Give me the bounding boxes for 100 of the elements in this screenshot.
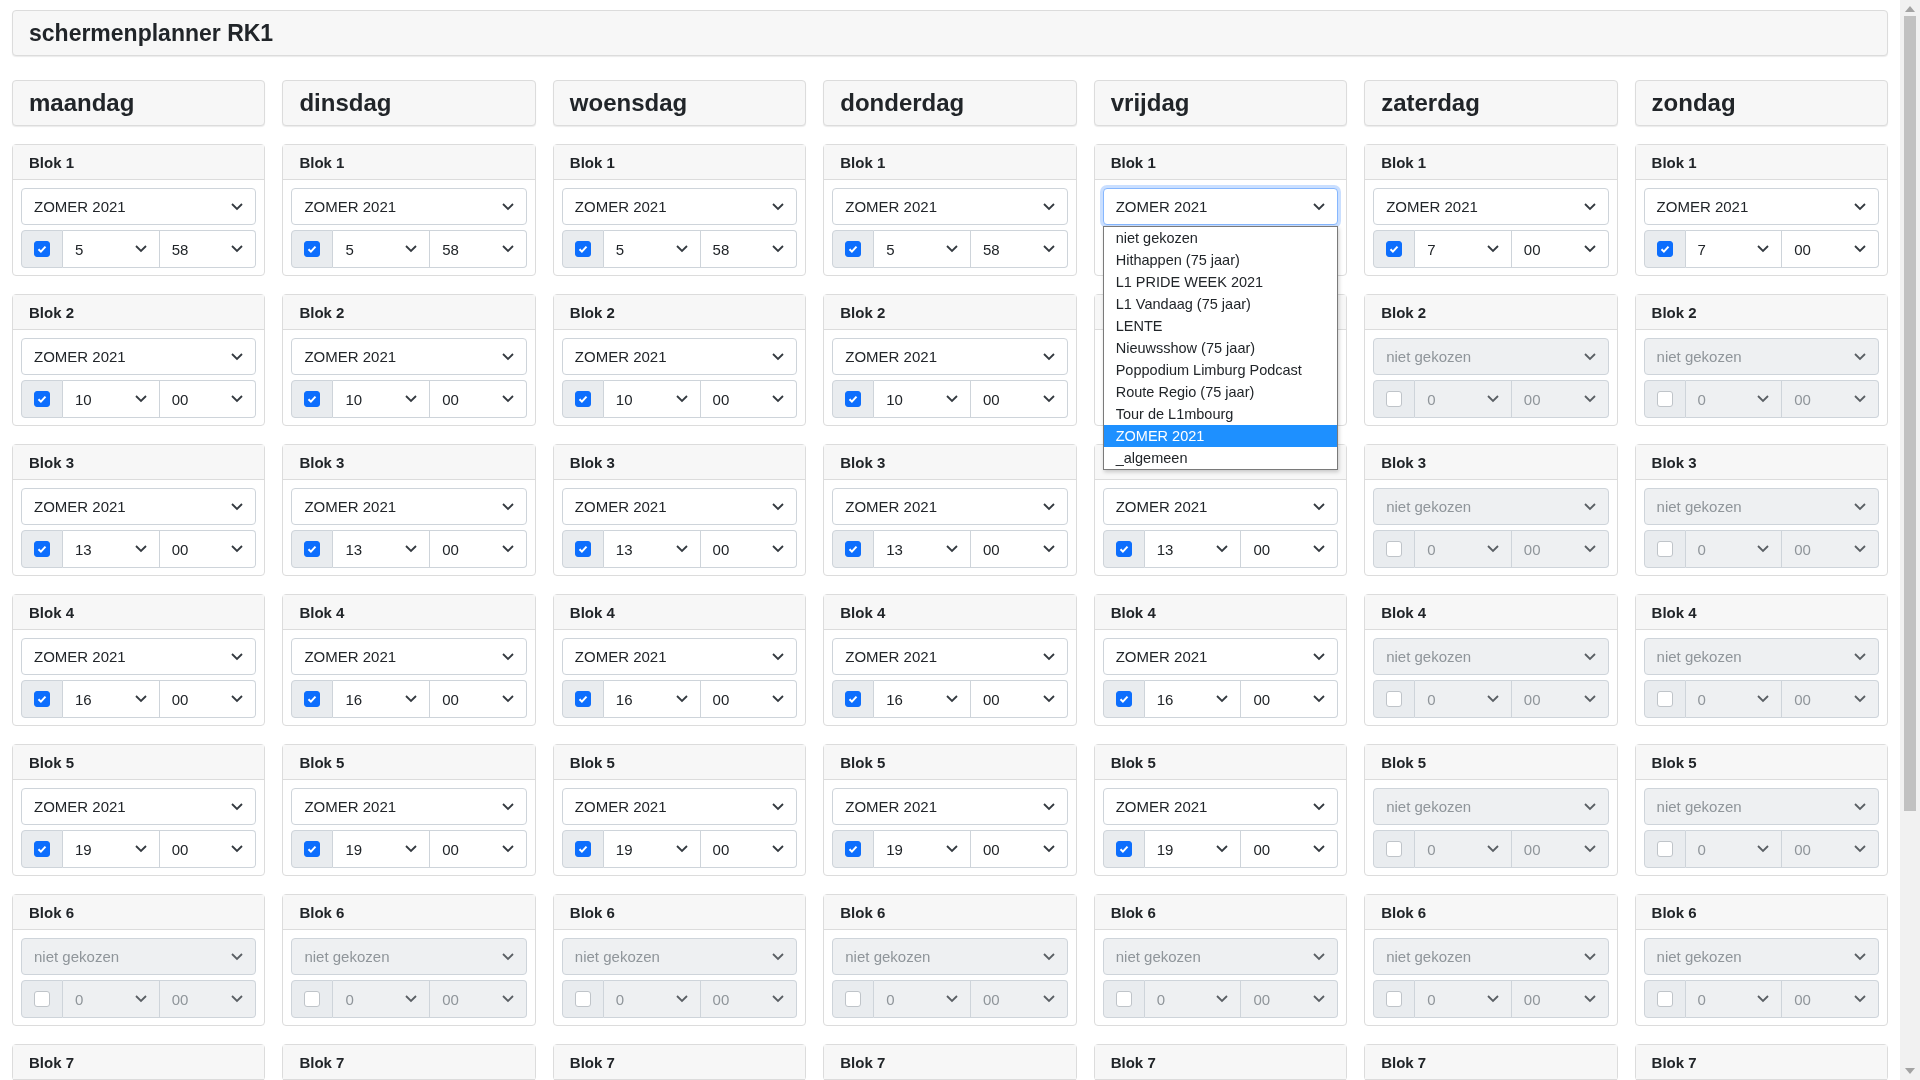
- checkbox[interactable]: [845, 241, 862, 257]
- checkbox[interactable]: [845, 841, 862, 857]
- minute-select[interactable]: 00: [430, 680, 527, 718]
- checkbox[interactable]: [304, 241, 321, 257]
- hour-select[interactable]: 5: [333, 230, 431, 268]
- hour-select[interactable]: 16: [1144, 680, 1242, 718]
- minute-select[interactable]: 00: [700, 530, 798, 568]
- checkbox[interactable]: [304, 991, 321, 1007]
- minute-select[interactable]: 00: [159, 530, 257, 568]
- program-select[interactable]: ZOMER 2021: [291, 488, 527, 525]
- checkbox[interactable]: [1656, 541, 1673, 557]
- minute-select[interactable]: 00: [159, 380, 257, 418]
- hour-select[interactable]: 16: [63, 680, 160, 718]
- dropdown-option[interactable]: Tour de L1mbourg: [1103, 403, 1338, 425]
- checkbox[interactable]: [845, 541, 862, 557]
- checkbox[interactable]: [304, 691, 321, 707]
- program-select[interactable]: ZOMER 2021: [1643, 188, 1879, 225]
- checkbox[interactable]: [845, 691, 862, 707]
- program-select[interactable]: ZOMER 2021: [21, 638, 257, 675]
- minute-select[interactable]: 00: [971, 380, 1068, 418]
- minute-select[interactable]: 00: [159, 830, 257, 868]
- hour-select[interactable]: 19: [603, 830, 701, 868]
- hour-select[interactable]: 16: [333, 680, 431, 718]
- checkbox[interactable]: [1656, 691, 1673, 707]
- minute-select[interactable]: 00: [1241, 680, 1339, 718]
- scrollbar[interactable]: [1900, 0, 1920, 1080]
- checkbox[interactable]: [34, 841, 50, 857]
- minute-select[interactable]: 00: [1241, 830, 1339, 868]
- hour-select[interactable]: 5: [603, 230, 701, 268]
- hour-select[interactable]: 10: [63, 380, 160, 418]
- program-select[interactable]: ZOMER 2021: [1373, 188, 1609, 225]
- program-select[interactable]: ZOMER 2021: [21, 788, 257, 825]
- checkbox[interactable]: [1656, 991, 1673, 1007]
- checkbox[interactable]: [1386, 391, 1403, 407]
- hour-select[interactable]: 13: [333, 530, 431, 568]
- minute-select[interactable]: 00: [1241, 530, 1339, 568]
- checkbox[interactable]: [1386, 541, 1403, 557]
- hour-select[interactable]: 16: [603, 680, 701, 718]
- program-select[interactable]: ZOMER 2021: [21, 488, 257, 525]
- checkbox[interactable]: [1115, 691, 1132, 707]
- minute-select[interactable]: 00: [159, 680, 257, 718]
- checkbox[interactable]: [34, 991, 50, 1007]
- checkbox[interactable]: [34, 391, 50, 407]
- minute-select[interactable]: 58: [700, 230, 798, 268]
- hour-select[interactable]: 13: [603, 530, 701, 568]
- checkbox[interactable]: [1656, 841, 1673, 857]
- minute-select[interactable]: 00: [700, 680, 798, 718]
- minute-select[interactable]: 58: [159, 230, 257, 268]
- minute-select[interactable]: 00: [971, 530, 1068, 568]
- minute-select[interactable]: 00: [430, 380, 527, 418]
- checkbox[interactable]: [304, 841, 321, 857]
- hour-select[interactable]: 16: [874, 680, 971, 718]
- checkbox[interactable]: [1386, 991, 1403, 1007]
- program-select[interactable]: ZOMER 2021: [291, 188, 527, 225]
- minute-select[interactable]: 00: [700, 830, 798, 868]
- minute-select[interactable]: 58: [430, 230, 527, 268]
- minute-select[interactable]: 00: [430, 530, 527, 568]
- minute-select[interactable]: 00: [700, 380, 798, 418]
- hour-select[interactable]: 10: [874, 380, 971, 418]
- checkbox[interactable]: [574, 541, 591, 557]
- dropdown-option[interactable]: Hithappen (75 jaar): [1103, 249, 1338, 271]
- minute-select[interactable]: 00: [1511, 230, 1609, 268]
- program-select[interactable]: ZOMER 2021: [21, 338, 257, 375]
- program-select[interactable]: ZOMER 2021: [561, 188, 798, 225]
- minute-select[interactable]: 00: [971, 680, 1068, 718]
- program-select[interactable]: ZOMER 2021: [832, 788, 1068, 825]
- checkbox[interactable]: [34, 691, 50, 707]
- checkbox[interactable]: [574, 391, 591, 407]
- program-select[interactable]: ZOMER 2021: [561, 338, 798, 375]
- checkbox[interactable]: [845, 991, 862, 1007]
- program-select[interactable]: ZOMER 2021: [561, 638, 798, 675]
- checkbox[interactable]: [574, 691, 591, 707]
- hour-select[interactable]: 19: [63, 830, 160, 868]
- dropdown-option[interactable]: L1 PRIDE WEEK 2021: [1103, 271, 1338, 293]
- hour-select[interactable]: 7: [1685, 230, 1783, 268]
- checkbox[interactable]: [34, 541, 50, 557]
- dropdown-option[interactable]: Route Regio (75 jaar): [1103, 381, 1338, 403]
- dropdown-option[interactable]: L1 Vandaag (75 jaar): [1103, 293, 1338, 315]
- program-select[interactable]: ZOMER 2021: [291, 788, 527, 825]
- checkbox[interactable]: [1115, 841, 1132, 857]
- checkbox[interactable]: [1115, 991, 1132, 1007]
- program-select[interactable]: ZOMER 2021: [832, 638, 1068, 675]
- minute-select[interactable]: 00: [430, 830, 527, 868]
- program-select[interactable]: ZOMER 2021: [1102, 488, 1339, 525]
- program-select[interactable]: ZOMER 2021: [291, 638, 527, 675]
- minute-select[interactable]: 00: [1782, 230, 1879, 268]
- hour-select[interactable]: 5: [63, 230, 160, 268]
- hour-select[interactable]: 19: [333, 830, 431, 868]
- hour-select[interactable]: 19: [874, 830, 971, 868]
- checkbox[interactable]: [1656, 241, 1673, 257]
- program-select[interactable]: ZOMER 2021: [1102, 638, 1339, 675]
- hour-select[interactable]: 10: [333, 380, 431, 418]
- checkbox[interactable]: [574, 241, 591, 257]
- program-select[interactable]: ZOMER 2021: [832, 488, 1068, 525]
- hour-select[interactable]: 19: [1144, 830, 1242, 868]
- checkbox[interactable]: [34, 241, 50, 257]
- checkbox[interactable]: [1386, 841, 1403, 857]
- hour-select[interactable]: 13: [874, 530, 971, 568]
- checkbox[interactable]: [574, 991, 591, 1007]
- checkbox[interactable]: [304, 391, 321, 407]
